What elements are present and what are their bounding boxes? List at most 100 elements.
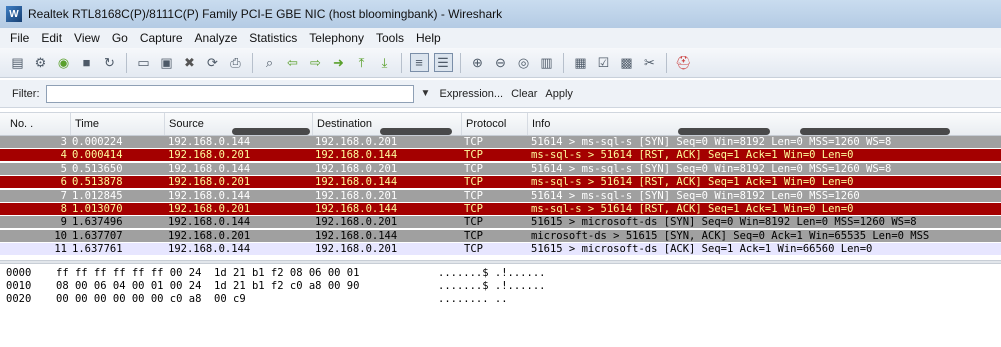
col-header-protocol[interactable]: Protocol <box>461 113 527 135</box>
menu-help[interactable]: Help <box>410 31 447 45</box>
interface-list-icon[interactable]: ▤ <box>9 54 27 72</box>
packet-row[interactable]: 5 0.513650 192.168.0.144 192.168.0.201 TCP 51… <box>0 162 1001 175</box>
packet-source: 192.168.0.201 <box>168 229 251 242</box>
menu-view[interactable]: View <box>68 31 106 45</box>
hex-bytes: 00 00 00 00 00 00 c0 a8 00 c9 <box>56 293 246 305</box>
apply-button[interactable]: Apply <box>545 88 573 100</box>
expression-button[interactable]: Expression... <box>440 88 504 100</box>
display-filter-input[interactable] <box>45 84 414 103</box>
auto-scroll-icon[interactable]: ☰ <box>433 53 453 72</box>
coloring-rules-icon[interactable]: ▩ <box>618 54 636 72</box>
menu-edit[interactable]: Edit <box>35 31 68 45</box>
packet-source: 192.168.0.201 <box>168 176 251 189</box>
pane-splitter[interactable] <box>0 260 1001 264</box>
menu-file[interactable]: File <box>4 31 35 45</box>
open-file-icon[interactable]: ▭ <box>135 54 153 72</box>
packet-source: 192.168.0.144 <box>168 162 251 175</box>
hex-offset: 0000 <box>6 267 32 279</box>
clear-button[interactable]: Clear <box>511 88 537 100</box>
toolbar-separator <box>460 52 461 73</box>
reload-icon[interactable]: ⟳ <box>204 54 222 72</box>
packet-row[interactable]: 8 1.013070 192.168.0.201 192.168.0.144 TCP ms… <box>0 203 1001 215</box>
restart-capture-icon[interactable]: ↻ <box>101 54 119 72</box>
normal-size-icon[interactable]: ◎ <box>515 54 533 72</box>
packet-info: 51615 > microsoft-ds [ACK] Seq=1 Ack=1 W… <box>531 243 873 256</box>
packet-info: 51614 > ms-sql-s [SYN] Seq=0 Win=8192 Le… <box>531 189 860 202</box>
start-capture-icon[interactable]: ◉ <box>55 54 73 72</box>
resize-columns-icon[interactable]: ▥ <box>538 54 556 72</box>
packet-list[interactable]: 3 0.000224 192.168.0.144 192.168.0.201 TCP 51… <box>0 136 1001 257</box>
packet-protocol: TCP <box>464 149 483 162</box>
packet-destination: 192.168.0.201 <box>315 162 398 175</box>
packet-number: 10 <box>54 229 67 242</box>
menu-go[interactable]: Go <box>106 31 134 45</box>
print-icon[interactable]: ⎙ <box>227 54 245 72</box>
packet-row[interactable]: 9 1.637496 192.168.0.144 192.168.0.201 TCP 51… <box>0 216 1001 229</box>
hex-offset: 0010 <box>6 280 32 292</box>
packet-row[interactable]: 6 0.513878 192.168.0.201 192.168.0.144 TCP ms… <box>0 176 1001 189</box>
packet-time: 1.013070 <box>72 203 123 215</box>
hex-bytes: ff ff ff ff ff ff 00 24 1d 21 b1 f2 08 0… <box>56 267 360 279</box>
packet-bytes-pane[interactable]: 0000 ff ff ff ff ff ff 00 24 1d 21 b1 f2 … <box>0 267 1001 347</box>
go-last-icon[interactable]: ⤓ <box>376 54 394 72</box>
close-file-icon[interactable]: ✖ <box>181 54 199 72</box>
zoom-out-icon[interactable]: ⊖ <box>492 54 510 72</box>
capture-filters-icon[interactable]: ▦ <box>572 54 590 72</box>
menu-capture[interactable]: Capture <box>134 31 189 45</box>
redaction-smudge <box>232 128 310 135</box>
filter-label: Filter: <box>12 87 40 100</box>
packet-row[interactable]: 3 0.000224 192.168.0.144 192.168.0.201 TCP 51… <box>0 136 1001 148</box>
hex-offset: 0020 <box>6 293 32 305</box>
filter-history-dropdown-icon[interactable]: ▼ <box>420 85 432 103</box>
window-title: Realtek RTL8168C(P)/8111C(P) Family PCI-… <box>28 7 503 21</box>
packet-destination: 192.168.0.201 <box>315 136 398 148</box>
packet-source: 192.168.0.201 <box>168 149 251 162</box>
packet-row[interactable]: 7 1.012845 192.168.0.144 192.168.0.201 TCP 51… <box>0 189 1001 202</box>
packet-time: 0.513878 <box>72 176 123 189</box>
menu-analyze[interactable]: Analyze <box>189 31 244 45</box>
packet-source: 192.168.0.201 <box>168 203 251 215</box>
packet-time: 1.637761 <box>72 243 123 256</box>
hex-ascii: .......$ .!...... <box>438 267 546 279</box>
menu-statistics[interactable]: Statistics <box>243 31 303 45</box>
display-filters-icon[interactable]: ☑ <box>595 54 613 72</box>
packet-protocol: TCP <box>464 243 483 256</box>
find-packet-icon[interactable]: ⌕ <box>261 54 279 72</box>
wireshark-app-icon: W <box>6 6 22 22</box>
packet-source: 192.168.0.144 <box>168 243 251 256</box>
toolbar-separator <box>401 52 402 73</box>
packet-protocol: TCP <box>464 203 483 215</box>
packet-protocol: TCP <box>464 189 483 202</box>
help-icon[interactable]: ⛑ <box>675 54 693 72</box>
save-file-icon[interactable]: ▣ <box>158 54 176 72</box>
go-forward-icon[interactable]: ⇨ <box>307 54 325 72</box>
toolbar-separator <box>666 52 667 73</box>
packet-info: ms-sql-s > 51614 [RST, ACK] Seq=1 Ack=1 … <box>531 149 854 162</box>
menu-telephony[interactable]: Telephony <box>303 31 370 45</box>
packet-row[interactable]: 4 0.000414 192.168.0.201 192.168.0.144 TCP ms… <box>0 149 1001 162</box>
go-first-icon[interactable]: ⤒ <box>353 54 371 72</box>
capture-options-icon[interactable]: ⚙ <box>32 54 50 72</box>
menu-tools[interactable]: Tools <box>370 31 410 45</box>
packet-info: ms-sql-s > 51614 [RST, ACK] Seq=1 Ack=1 … <box>531 176 854 189</box>
packet-time: 1.637707 <box>72 229 123 242</box>
packet-row[interactable]: 10 1.637707 192.168.0.201 192.168.0.144 TCP m… <box>0 229 1001 242</box>
menu-bar: File Edit View Go Capture Analyze Statistics Te… <box>0 28 1001 48</box>
packet-row[interactable]: 11 1.637761 192.168.0.144 192.168.0.201 TCP 5… <box>0 243 1001 256</box>
zoom-in-icon[interactable]: ⊕ <box>469 54 487 72</box>
go-back-icon[interactable]: ⇦ <box>284 54 302 72</box>
col-header-no[interactable]: No. . <box>6 113 70 135</box>
packet-number: 4 <box>60 149 67 162</box>
packet-number: 9 <box>60 216 67 229</box>
packet-protocol: TCP <box>464 162 483 175</box>
toolbar-separator <box>563 52 564 73</box>
stop-capture-icon[interactable]: ■ <box>78 54 96 72</box>
toolbar-separator <box>252 52 253 73</box>
hex-bytes: 08 00 06 04 00 01 00 24 1d 21 b1 f2 c0 a… <box>56 280 360 292</box>
title-bar: W Realtek RTL8168C(P)/8111C(P) Family PC… <box>0 0 1001 28</box>
packet-time: 0.000224 <box>72 136 123 148</box>
go-to-packet-icon[interactable]: ➜ <box>330 54 348 72</box>
preferences-icon[interactable]: ✂ <box>641 54 659 72</box>
col-header-time[interactable]: Time <box>70 113 164 135</box>
colorize-icon[interactable]: ≡ <box>409 53 429 72</box>
